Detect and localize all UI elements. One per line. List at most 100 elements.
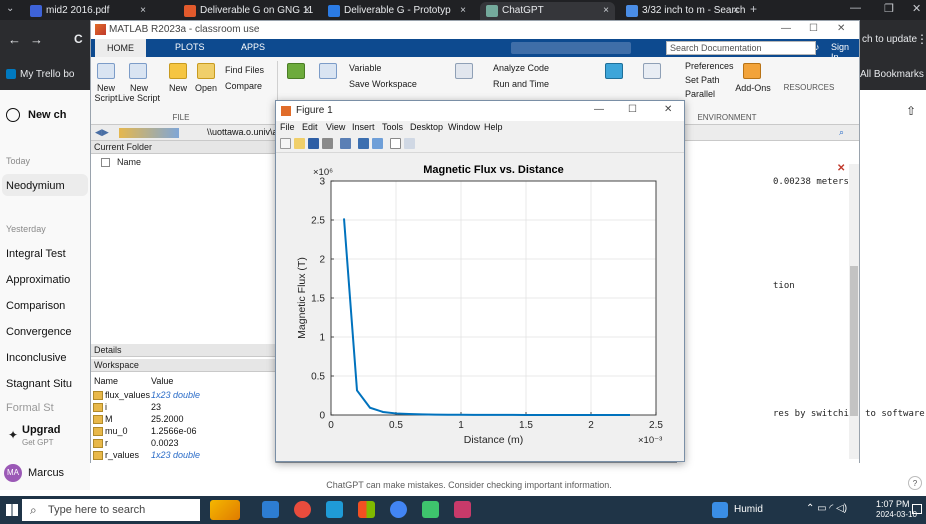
all-bookmarks-button[interactable]: All Bookmarks (860, 69, 924, 80)
menu-insert[interactable]: Insert (352, 122, 375, 132)
update-chip[interactable]: ch to update (862, 34, 917, 45)
open-file-icon[interactable] (294, 138, 305, 149)
variable-value[interactable]: 1x23 double (151, 390, 200, 400)
new-chat-button[interactable]: New ch (28, 109, 67, 121)
app-icon[interactable] (422, 501, 439, 518)
select-all-checkbox[interactable] (101, 158, 110, 167)
ws-name-column-header[interactable]: Name (94, 376, 118, 386)
quick-access-toolbar[interactable] (511, 42, 631, 54)
avatar[interactable]: MA (4, 464, 22, 482)
close-icon[interactable]: × (304, 2, 310, 20)
help-button[interactable]: ? (908, 476, 922, 490)
close-window-button[interactable]: ✕ (912, 2, 921, 15)
compare-button[interactable]: Compare (225, 81, 262, 91)
chat-item[interactable]: Comparison (6, 300, 65, 312)
details-header[interactable]: Details (91, 344, 276, 357)
close-icon[interactable]: × (460, 2, 466, 20)
chat-item[interactable]: Formal St (6, 402, 54, 414)
tab-apps[interactable]: APPS (241, 42, 265, 52)
print-icon[interactable] (322, 138, 333, 149)
browser-menu-icon[interactable]: ⋮ (916, 32, 926, 46)
close-icon[interactable]: ✕ (837, 163, 845, 174)
set-path-button[interactable]: Set Path (685, 75, 720, 85)
new-figure-icon[interactable] (280, 138, 291, 149)
chat-item[interactable]: Convergence (6, 326, 71, 338)
save-icon[interactable] (308, 138, 319, 149)
weather-icon[interactable] (712, 502, 728, 518)
forward-button[interactable]: → (30, 32, 43, 47)
menu-desktop[interactable]: Desktop (410, 122, 443, 132)
tab-home[interactable]: HOME (95, 39, 146, 57)
close-window-button[interactable]: ✕ (664, 104, 672, 115)
figure-plot-area[interactable]: 0 0.5 1 1.5 2 2.5 0 0.5 1 1.5 2 2.5 3 Magnetic Flux v… (276, 153, 684, 461)
run-and-time-button[interactable]: Run and Time (493, 79, 549, 89)
link-plot-icon[interactable] (340, 138, 351, 149)
ws-value-column-header[interactable]: Value (151, 376, 173, 386)
legend-icon[interactable] (372, 138, 383, 149)
find-files-button[interactable]: Find Files (225, 65, 264, 75)
new-tab-button[interactable]: + (750, 2, 757, 16)
windows-start-icon[interactable] (6, 504, 18, 516)
minimize-button[interactable]: — (850, 2, 861, 14)
microsoft-store-icon[interactable] (358, 501, 375, 518)
bookmark-trello[interactable]: My Trello bo (20, 69, 74, 80)
chrome-icon[interactable] (294, 501, 311, 518)
command-window[interactable]: ✕ 0.00238 meters tion res by switching t… (677, 141, 925, 463)
variable-value[interactable]: 1x23 double (151, 450, 200, 460)
chat-item[interactable]: Stagnant Situ (6, 378, 72, 390)
pointer-icon[interactable] (390, 138, 401, 149)
minimize-button[interactable]: — (781, 23, 791, 34)
add-ons-button[interactable]: Add-Ons (733, 83, 773, 93)
nav-arrows-icon[interactable]: ◀▶ (95, 127, 109, 138)
tab-chatgpt[interactable]: ChatGPT × (480, 2, 615, 20)
tab-deliverable-prototype[interactable]: Deliverable G - Prototyp × (322, 2, 472, 20)
taskbar-search-input[interactable]: ⌕ Type here to search (22, 499, 200, 521)
reload-button[interactable]: C (74, 32, 83, 46)
search-icon[interactable]: ⌕ (797, 42, 802, 53)
tab-search-icon[interactable]: ⌄ (6, 3, 14, 14)
maximize-button[interactable]: ☐ (628, 104, 637, 115)
close-window-button[interactable]: ✕ (837, 23, 845, 34)
menu-tools[interactable]: Tools (382, 122, 403, 132)
new-script-button[interactable]: New Script (93, 83, 119, 103)
new-button[interactable]: New (165, 83, 191, 93)
open-button[interactable]: Open (193, 83, 219, 93)
variable-button[interactable]: Variable (349, 63, 381, 73)
documentation-search-input[interactable]: Search Documentation (666, 41, 816, 55)
clock-time[interactable]: 1:07 PM (876, 499, 910, 509)
close-icon[interactable]: × (140, 2, 146, 20)
magnetic-flux-chart[interactable]: 0 0.5 1 1.5 2 2.5 0 0.5 1 1.5 2 2.5 3 Magnetic Flux v… (276, 153, 684, 461)
chrome-profile-icon[interactable] (390, 501, 407, 518)
path-toolbar-icons[interactable] (119, 128, 179, 138)
command-scrollbar-thumb[interactable] (850, 266, 858, 416)
tab-bing-search[interactable]: 3/32 inch to m - Search × (620, 2, 745, 20)
search-icon[interactable]: ⌕ (839, 127, 844, 138)
close-icon[interactable]: × (733, 2, 739, 20)
menu-help[interactable]: Help (484, 122, 503, 132)
restore-button[interactable]: ❐ (884, 2, 894, 15)
preferences-button[interactable]: Preferences (685, 61, 734, 71)
property-inspector-icon[interactable] (404, 138, 415, 149)
close-icon[interactable]: × (603, 2, 609, 20)
colorbar-icon[interactable] (358, 138, 369, 149)
tab-deliverable-g[interactable]: Deliverable G on GNG 11 × (178, 2, 316, 20)
chat-item[interactable]: Neodymium (6, 180, 65, 192)
notification-icon[interactable] (912, 504, 922, 514)
clock-date[interactable]: 2024-03-10 (876, 510, 917, 519)
weather-label[interactable]: Humid (734, 504, 763, 515)
tab-mid2-pdf[interactable]: mid2 2016.pdf × (24, 2, 152, 20)
user-name[interactable]: Marcus (28, 467, 64, 479)
tab-plots[interactable]: PLOTS (175, 42, 205, 52)
analyze-code-button[interactable]: Analyze Code (493, 63, 549, 73)
save-workspace-button[interactable]: Save Workspace (349, 79, 417, 89)
chat-item[interactable]: Approximatio (6, 274, 70, 286)
name-column-header[interactable]: Name (117, 157, 141, 167)
matlab-taskbar-icon[interactable] (454, 501, 471, 518)
menu-file[interactable]: File (280, 122, 295, 132)
bell-icon[interactable]: ♪ (815, 42, 820, 52)
parallel-button[interactable]: Parallel (685, 89, 715, 99)
menu-edit[interactable]: Edit (302, 122, 318, 132)
back-button[interactable]: ← (8, 32, 21, 47)
chat-item[interactable]: Inconclusive (6, 352, 67, 364)
new-live-script-button[interactable]: New Live Script (117, 83, 161, 103)
